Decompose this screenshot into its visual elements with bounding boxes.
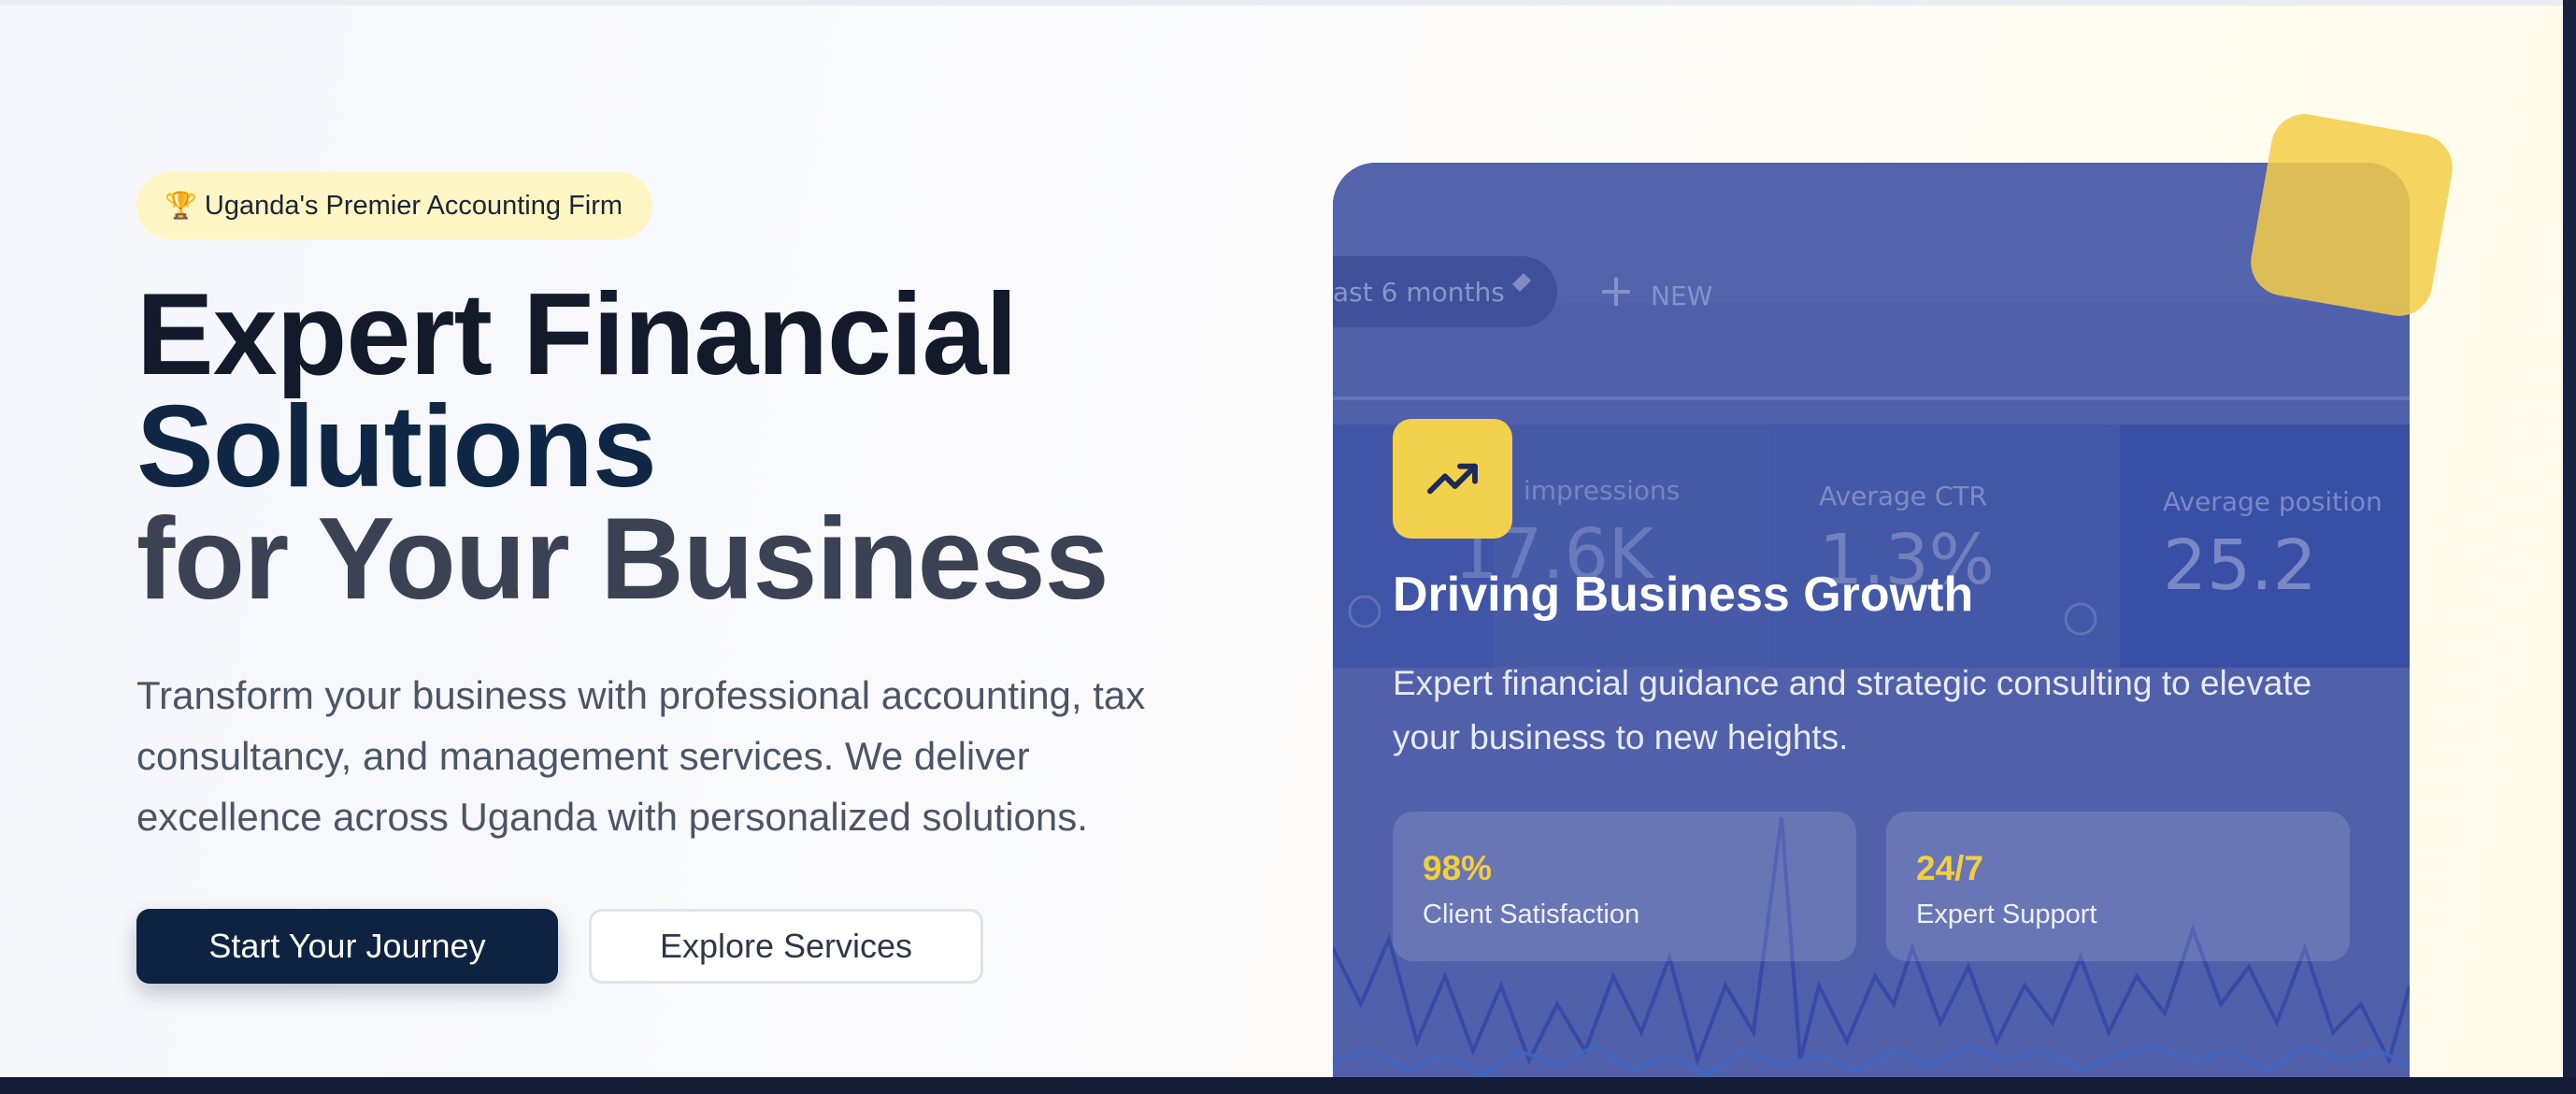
card-description: Expert financial guidance and strategic … bbox=[1393, 664, 2312, 756]
trending-up-icon bbox=[1393, 419, 1512, 539]
hero-headline: Expert Financial Solutions for Your Busi… bbox=[136, 270, 1109, 624]
explore-services-button[interactable]: Explore Services bbox=[589, 909, 983, 984]
stat-value: 98% bbox=[1423, 849, 1493, 887]
stat-card-support: 24/7 Expert Support bbox=[1886, 812, 2350, 961]
stat-label: Expert Support bbox=[1916, 900, 2097, 929]
hero-section: 🏆 Uganda's Premier Accounting Firm Exper… bbox=[0, 0, 2563, 1077]
hero-lead-text: Transform your business with professiona… bbox=[136, 673, 1146, 839]
headline-line-1: Expert Financial bbox=[136, 270, 1018, 399]
stat-value: 24/7 bbox=[1916, 849, 1984, 887]
trophy-icon: 🏆 bbox=[165, 191, 197, 220]
start-journey-button[interactable]: Start Your Journey bbox=[136, 909, 558, 984]
stat-label: Client Satisfaction bbox=[1423, 900, 1640, 929]
headline-line-2: Solutions bbox=[136, 382, 657, 511]
hero-badge-label: Uganda's Premier Accounting Firm bbox=[204, 190, 623, 221]
window-bottom-edge bbox=[0, 1077, 2576, 1094]
decorative-yellow-square bbox=[2245, 108, 2458, 322]
card-title: Driving Business Growth bbox=[1393, 568, 1974, 622]
headline-line-3: for Your Business bbox=[136, 495, 1109, 624]
window-right-edge bbox=[2563, 0, 2576, 1094]
stat-card-satisfaction: 98% Client Satisfaction bbox=[1393, 812, 1856, 961]
hero-badge: 🏆 Uganda's Premier Accounting Firm bbox=[136, 172, 653, 239]
